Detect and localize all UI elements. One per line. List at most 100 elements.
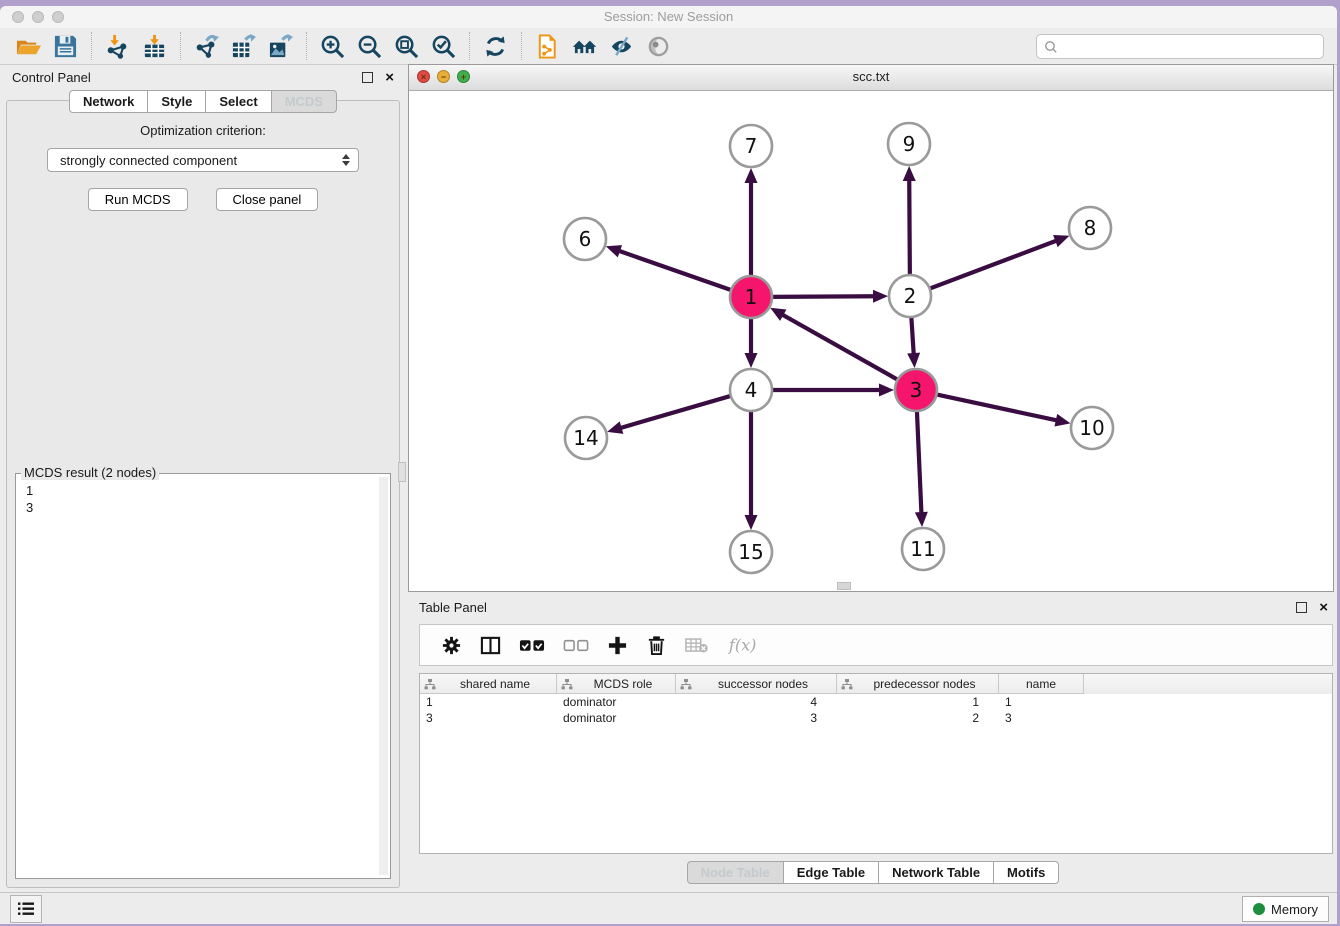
zoom-out-icon[interactable] (356, 33, 383, 60)
graph-edge-1-6[interactable] (606, 245, 733, 291)
graph-node-1[interactable]: 1 (730, 276, 772, 318)
search-box[interactable] (1036, 34, 1324, 59)
close-panel-button[interactable]: Close panel (216, 188, 319, 211)
graph-node-9[interactable]: 9 (888, 123, 930, 165)
run-mcds-button[interactable]: Run MCDS (88, 188, 188, 211)
table-cell[interactable]: dominator (557, 695, 676, 709)
table-close-icon[interactable]: × (1319, 603, 1328, 612)
network-minimize-button[interactable]: − (437, 70, 450, 83)
zoom-window-button[interactable] (52, 11, 64, 23)
table-row[interactable]: 3dominator323 (420, 710, 1332, 726)
settings-icon[interactable] (441, 635, 462, 656)
table-cell[interactable]: 3 (999, 711, 1084, 725)
graph-edge-4-14[interactable] (607, 395, 733, 434)
import-network-icon[interactable] (104, 33, 131, 60)
graph-node-2[interactable]: 2 (889, 275, 931, 317)
hide-panel-icon[interactable] (608, 33, 635, 60)
table-cell[interactable]: 1 (420, 695, 557, 709)
panel-splitter-handle[interactable] (398, 462, 406, 482)
export-image-icon[interactable] (267, 33, 294, 60)
graph-node-11[interactable]: 11 (902, 528, 944, 570)
open-session-icon[interactable] (15, 33, 42, 60)
svg-text:7: 7 (745, 134, 758, 158)
tab-motifs[interactable]: Motifs (993, 861, 1059, 884)
svg-text:f(x): f(x) (728, 635, 757, 654)
tab-edge-table[interactable]: Edge Table (783, 861, 879, 884)
graph-edge-1-4[interactable] (745, 316, 758, 368)
table-cell[interactable]: 1 (999, 695, 1084, 709)
export-table-icon[interactable] (230, 33, 257, 60)
add-icon[interactable] (607, 635, 628, 656)
graph-edge-2-8[interactable] (928, 235, 1070, 289)
task-history-button[interactable] (10, 895, 42, 923)
select-all-icon[interactable] (519, 635, 545, 656)
column-header-successor-nodes[interactable]: successor nodes (676, 674, 837, 694)
graph-edge-3-1[interactable] (770, 308, 899, 381)
table-cell[interactable]: 4 (676, 695, 837, 709)
zoom-fit-icon[interactable] (393, 33, 420, 60)
graph-node-6[interactable]: 6 (564, 218, 606, 260)
network-maximize-button[interactable]: + (457, 70, 470, 83)
graph-node-7[interactable]: 7 (730, 125, 772, 167)
tab-style[interactable]: Style (147, 90, 206, 113)
graph-edge-2-3[interactable] (907, 315, 920, 368)
column-header-predecessor-nodes[interactable]: predecessor nodes (837, 674, 999, 694)
table-cell[interactable]: 3 (420, 711, 557, 725)
table-float-icon[interactable] (1296, 602, 1307, 613)
tab-node-table[interactable]: Node Table (687, 861, 784, 884)
column-header-MCDS-role[interactable]: MCDS role (557, 674, 676, 694)
network-close-button[interactable]: × (417, 70, 430, 83)
memory-status-icon (1253, 903, 1265, 915)
column-header-shared-name[interactable]: shared name (420, 674, 557, 694)
mcds-result-item: 1 (26, 482, 380, 499)
graph-edge-4-3[interactable] (770, 384, 894, 397)
deselect-all-icon[interactable] (563, 635, 589, 656)
tab-mcds[interactable]: MCDS (271, 90, 337, 113)
refresh-icon[interactable] (482, 33, 509, 60)
optimization-criterion-select[interactable]: strongly connected component (47, 148, 359, 172)
graph-edge-3-10[interactable] (935, 394, 1071, 427)
delete-icon[interactable] (646, 635, 667, 656)
table-cell[interactable]: 3 (676, 711, 837, 725)
table-row[interactable]: 1dominator411 (420, 694, 1332, 710)
column-header-name[interactable]: name (999, 674, 1084, 694)
columns-icon[interactable] (480, 635, 501, 656)
table-cell[interactable]: 1 (837, 695, 999, 709)
import-table-icon[interactable] (141, 33, 168, 60)
graph-edge-2-9[interactable] (903, 166, 916, 277)
memory-button[interactable]: Memory (1242, 896, 1329, 922)
network-hscroll-thumb[interactable] (837, 582, 851, 590)
graph-edge-1-2[interactable] (770, 290, 888, 303)
search-input[interactable] (1058, 39, 1323, 55)
tab-network-table[interactable]: Network Table (878, 861, 994, 884)
save-session-icon[interactable] (52, 33, 79, 60)
graph-node-4[interactable]: 4 (730, 369, 772, 411)
table-cell[interactable]: dominator (557, 711, 676, 725)
tab-network[interactable]: Network (69, 90, 148, 113)
zoom-selected-icon[interactable] (430, 33, 457, 60)
home-icon[interactable] (571, 33, 598, 60)
application-window: Session: New Session Control Panel × Net… (0, 6, 1337, 924)
column-label: successor nodes (694, 677, 832, 691)
float-panel-icon[interactable] (362, 72, 373, 83)
table-cell[interactable]: 2 (837, 711, 999, 725)
graph-edge-4-15[interactable] (745, 409, 758, 530)
graph-node-3[interactable]: 3 (895, 369, 937, 411)
graph-edge-3-11[interactable] (915, 409, 928, 527)
graph-node-8[interactable]: 8 (1069, 207, 1111, 249)
mcds-result-list[interactable]: 13 (16, 474, 390, 524)
export-network-icon[interactable] (193, 33, 220, 60)
network-canvas[interactable]: 7 9 6 8 1 2 4 3 14 10 15 11 (409, 90, 1333, 591)
graph-node-10[interactable]: 10 (1071, 407, 1113, 449)
close-window-button[interactable] (12, 11, 24, 23)
share-document-icon[interactable] (534, 33, 561, 60)
close-panel-icon[interactable]: × (385, 73, 394, 82)
graph-node-15[interactable]: 15 (730, 531, 772, 573)
result-scrollbar[interactable] (379, 477, 388, 875)
control-panel-title: Control Panel (12, 70, 91, 85)
minimize-window-button[interactable] (32, 11, 44, 23)
zoom-in-icon[interactable] (319, 33, 346, 60)
tab-select[interactable]: Select (205, 90, 271, 113)
graph-node-14[interactable]: 14 (565, 417, 607, 459)
graph-edge-1-7[interactable] (745, 168, 758, 278)
